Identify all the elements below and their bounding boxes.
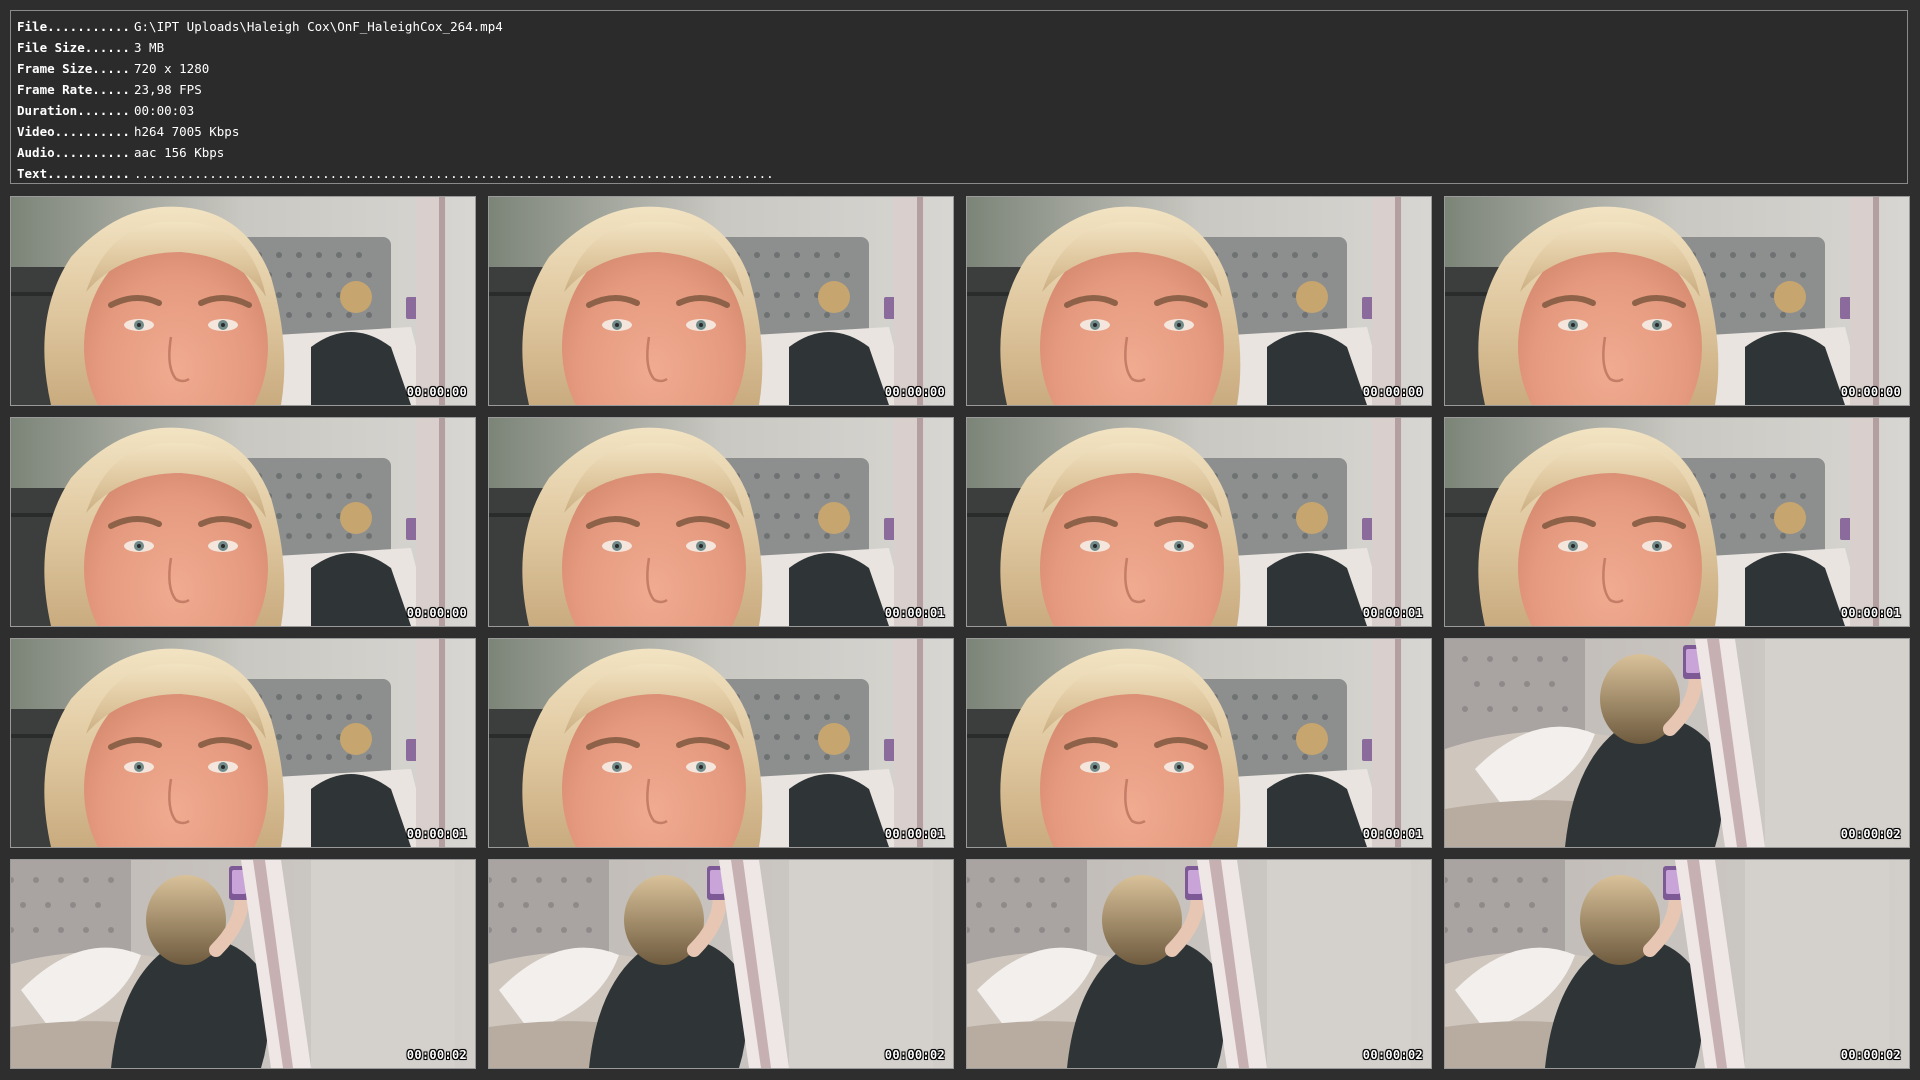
info-value: ........................................… <box>134 166 774 181</box>
thumbnail[interactable]: 00:00:00 <box>488 196 954 406</box>
thumbnail[interactable]: 00:00:02 <box>488 859 954 1069</box>
thumbnail-timestamp: 00:00:01 <box>884 827 945 841</box>
info-key: Text........... <box>17 166 130 181</box>
video-frame-face <box>11 418 475 626</box>
info-value: 720 x 1280 <box>134 61 210 76</box>
video-frame-mirror <box>1445 860 1909 1068</box>
video-frame-mirror <box>1445 639 1909 847</box>
thumbnail-timestamp: 00:00:00 <box>1362 385 1423 399</box>
thumbnail[interactable]: 00:00:00 <box>10 417 476 627</box>
info-row: File........... G:\IPT Uploads\Haleigh Co… <box>17 16 1907 37</box>
info-row: Duration....... 00:00:03 <box>17 100 1907 121</box>
info-key: File........... <box>17 19 130 34</box>
info-key: Frame Rate..... <box>17 82 130 97</box>
thumbnail-timestamp: 00:00:00 <box>884 385 945 399</box>
video-frame-face <box>1445 418 1909 626</box>
thumbnail-timestamp: 00:00:01 <box>1840 606 1901 620</box>
thumbnail-timestamp: 00:00:02 <box>1840 827 1901 841</box>
video-frame-face <box>489 197 953 405</box>
info-key: File Size...... <box>17 40 130 55</box>
thumbnail[interactable]: 00:00:01 <box>966 638 1432 848</box>
video-frame-face <box>967 418 1431 626</box>
thumbnail[interactable]: 00:00:02 <box>1444 859 1910 1069</box>
thumbnail-timestamp: 00:00:01 <box>406 827 467 841</box>
video-frame-mirror <box>11 860 475 1068</box>
thumbnail[interactable]: 00:00:01 <box>488 417 954 627</box>
video-frame-face <box>11 197 475 405</box>
info-value: 3 MB <box>134 40 165 55</box>
info-value: 00:00:03 <box>134 103 195 118</box>
thumbnail[interactable]: 00:00:01 <box>966 417 1432 627</box>
thumbnail-timestamp: 00:00:01 <box>884 606 945 620</box>
info-row: File Size...... 3 MB <box>17 37 1907 58</box>
thumbnail-timestamp: 00:00:01 <box>1362 827 1423 841</box>
thumbnail-timestamp: 00:00:02 <box>1840 1048 1901 1062</box>
info-key: Frame Size..... <box>17 61 130 76</box>
video-frame-face <box>967 197 1431 405</box>
thumbnail-timestamp: 00:00:02 <box>1362 1048 1423 1062</box>
video-frame-face <box>1445 197 1909 405</box>
thumbnail-timestamp: 00:00:02 <box>406 1048 467 1062</box>
thumbnail[interactable]: 00:00:00 <box>10 196 476 406</box>
thumbnail[interactable]: 00:00:01 <box>1444 417 1910 627</box>
video-frame-face <box>489 639 953 847</box>
thumbnail-timestamp: 00:00:00 <box>406 385 467 399</box>
video-frame-mirror <box>489 860 953 1068</box>
thumbnail[interactable]: 00:00:02 <box>1444 638 1910 848</box>
thumbnail-grid: 00:00:00 00:00:00 00:00:00 00:00:00 00:0… <box>10 196 1910 1069</box>
thumbnail-timestamp: 00:00:02 <box>884 1048 945 1062</box>
info-key: Audio.......... <box>17 145 130 160</box>
contact-sheet: File........... G:\IPT Uploads\Haleigh Co… <box>0 0 1920 1080</box>
info-value: aac 156 Kbps <box>134 145 225 160</box>
thumbnail-timestamp: 00:00:00 <box>406 606 467 620</box>
media-info-panel: File........... G:\IPT Uploads\Haleigh Co… <box>10 10 1908 184</box>
thumbnail[interactable]: 00:00:02 <box>10 859 476 1069</box>
thumbnail[interactable]: 00:00:02 <box>966 859 1432 1069</box>
video-frame-mirror <box>967 860 1431 1068</box>
info-row: Frame Rate..... 23,98 FPS <box>17 79 1907 100</box>
info-row: Video.......... h264 7005 Kbps <box>17 121 1907 142</box>
info-row: Frame Size..... 720 x 1280 <box>17 58 1907 79</box>
video-frame-face <box>967 639 1431 847</box>
info-value: G:\IPT Uploads\Haleigh Cox\OnF_HaleighCo… <box>134 19 503 34</box>
thumbnail[interactable]: 00:00:00 <box>1444 196 1910 406</box>
info-row: Text....................................… <box>17 163 1907 184</box>
video-frame-face <box>11 639 475 847</box>
video-frame-face <box>489 418 953 626</box>
thumbnail[interactable]: 00:00:00 <box>966 196 1432 406</box>
info-key: Video.......... <box>17 124 130 139</box>
info-row: Audio.......... aac 156 Kbps <box>17 142 1907 163</box>
thumbnail[interactable]: 00:00:01 <box>10 638 476 848</box>
thumbnail-timestamp: 00:00:00 <box>1840 385 1901 399</box>
info-value: h264 7005 Kbps <box>134 124 240 139</box>
info-value: 23,98 FPS <box>134 82 202 97</box>
info-key: Duration....... <box>17 103 130 118</box>
thumbnail-timestamp: 00:00:01 <box>1362 606 1423 620</box>
thumbnail[interactable]: 00:00:01 <box>488 638 954 848</box>
